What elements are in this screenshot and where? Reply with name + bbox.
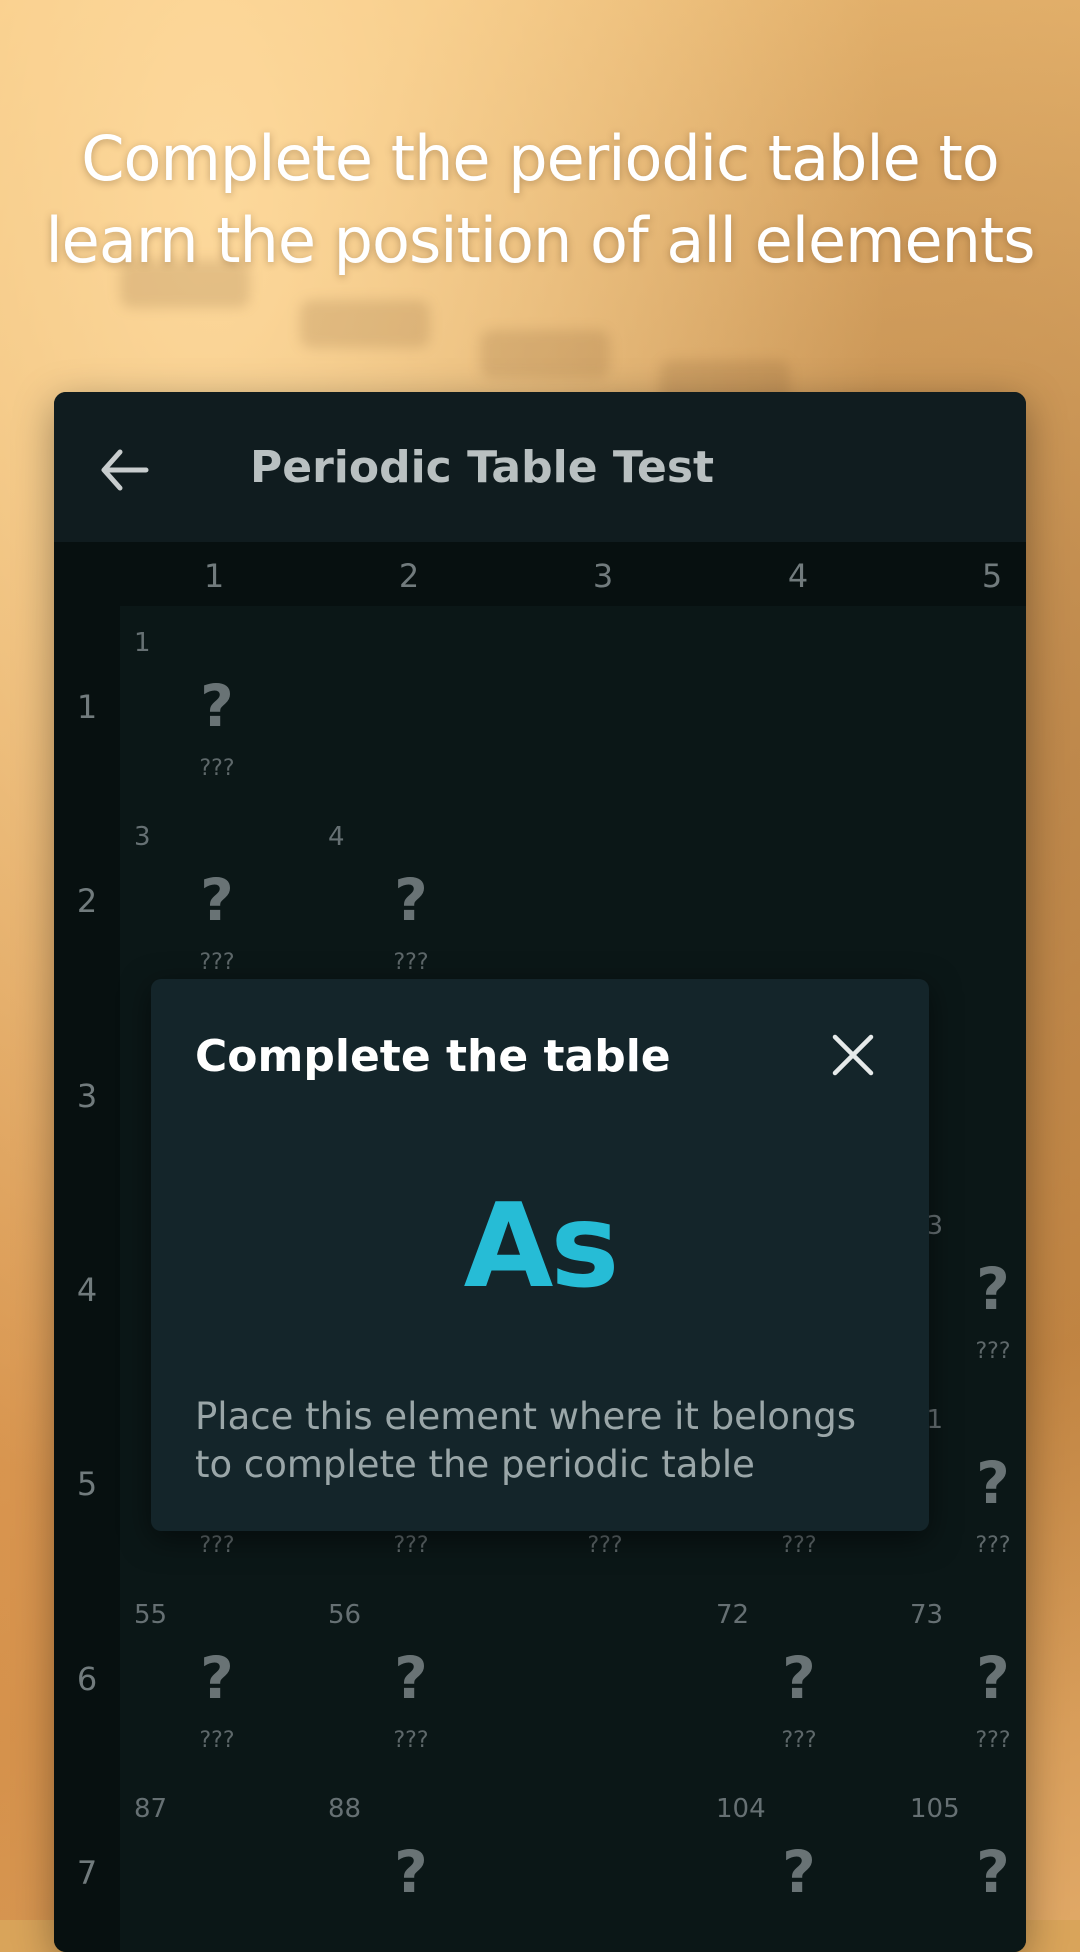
unknown-symbol: ? xyxy=(200,672,234,740)
unknown-name: ??? xyxy=(975,1533,1011,1558)
atomic-number: 55 xyxy=(134,1600,168,1630)
element-cell[interactable]: 104 ? xyxy=(702,1778,896,1952)
element-cell[interactable]: 4 ? ??? xyxy=(314,806,508,1000)
column-number: 2 xyxy=(398,557,420,595)
row-number: 3 xyxy=(76,1077,98,1115)
element-symbol[interactable]: As xyxy=(151,1179,929,1314)
element-cell[interactable]: 88 ? xyxy=(314,1778,508,1952)
atomic-number: 73 xyxy=(910,1600,944,1630)
unknown-name: ??? xyxy=(975,1728,1011,1753)
close-icon xyxy=(832,1034,874,1076)
column-number: 1 xyxy=(203,557,225,595)
atomic-number: 87 xyxy=(134,1794,168,1824)
row-number: 7 xyxy=(76,1854,98,1892)
atomic-number: 3 xyxy=(134,822,151,852)
close-button[interactable] xyxy=(829,1031,877,1079)
row-number: 6 xyxy=(76,1660,98,1698)
unknown-symbol: ? xyxy=(394,1644,428,1712)
row-number: 2 xyxy=(76,882,98,920)
dialog-title: Complete the table xyxy=(195,1031,671,1082)
unknown-name: ??? xyxy=(199,1533,235,1558)
atomic-number: 4 xyxy=(328,822,345,852)
unknown-symbol: ? xyxy=(782,1644,816,1712)
atomic-number: 105 xyxy=(910,1794,960,1824)
column-number: 3 xyxy=(592,557,614,595)
unknown-name: ??? xyxy=(587,1533,623,1558)
unknown-name: ??? xyxy=(781,1533,817,1558)
back-button[interactable] xyxy=(100,438,170,498)
unknown-symbol: ? xyxy=(782,1838,816,1906)
element-cell[interactable]: 73 ? ??? xyxy=(896,1584,1026,1778)
promo-headline: Complete the periodic table to learn the… xyxy=(0,118,1080,282)
dialog-instruction: Place this element where it belongs to c… xyxy=(195,1395,857,1486)
unknown-symbol: ? xyxy=(394,1838,428,1906)
column-number: 4 xyxy=(787,557,809,595)
atomic-number: 88 xyxy=(328,1794,362,1824)
unknown-name: ??? xyxy=(199,756,235,781)
unknown-name: ??? xyxy=(199,1728,235,1753)
atomic-number: 1 xyxy=(134,628,151,658)
row-number: 1 xyxy=(76,688,98,726)
promo-line-1: Complete the periodic table to xyxy=(81,122,999,195)
atomic-number: 56 xyxy=(328,1600,362,1630)
unknown-name: ??? xyxy=(199,950,235,975)
element-cell[interactable]: 105 ? xyxy=(896,1778,1026,1952)
unknown-symbol: ? xyxy=(200,1644,234,1712)
atomic-number: 104 xyxy=(716,1794,766,1824)
element-cell[interactable]: 56 ? ??? xyxy=(314,1584,508,1778)
unknown-symbol: ? xyxy=(976,1838,1010,1906)
unknown-symbol: ? xyxy=(394,866,428,934)
element-cell[interactable]: 1 ? ??? xyxy=(120,612,314,806)
page-title: Periodic Table Test xyxy=(250,442,715,493)
app-bar: Periodic Table Test xyxy=(54,392,1026,542)
element-cell[interactable]: 55 ? ??? xyxy=(120,1584,314,1778)
arrow-left-icon xyxy=(101,449,149,491)
row-number: 5 xyxy=(76,1465,98,1503)
element-cell[interactable]: 3 ? ??? xyxy=(120,806,314,1000)
row-number: 4 xyxy=(76,1271,98,1309)
promo-line-2: learn the position of all elements xyxy=(45,204,1035,277)
complete-table-dialog: Complete the table As Place this element… xyxy=(151,979,929,1531)
unknown-symbol: ? xyxy=(976,1644,1010,1712)
unknown-symbol: ? xyxy=(200,866,234,934)
unknown-name: ??? xyxy=(393,1728,429,1753)
atomic-number: 72 xyxy=(716,1600,750,1630)
unknown-name: ??? xyxy=(393,950,429,975)
element-cell[interactable]: 87 xyxy=(120,1778,314,1952)
unknown-name: ??? xyxy=(393,1533,429,1558)
element-cell[interactable]: 72 ? ??? xyxy=(702,1584,896,1778)
column-number: 5 xyxy=(981,557,1003,595)
unknown-name: ??? xyxy=(781,1728,817,1753)
